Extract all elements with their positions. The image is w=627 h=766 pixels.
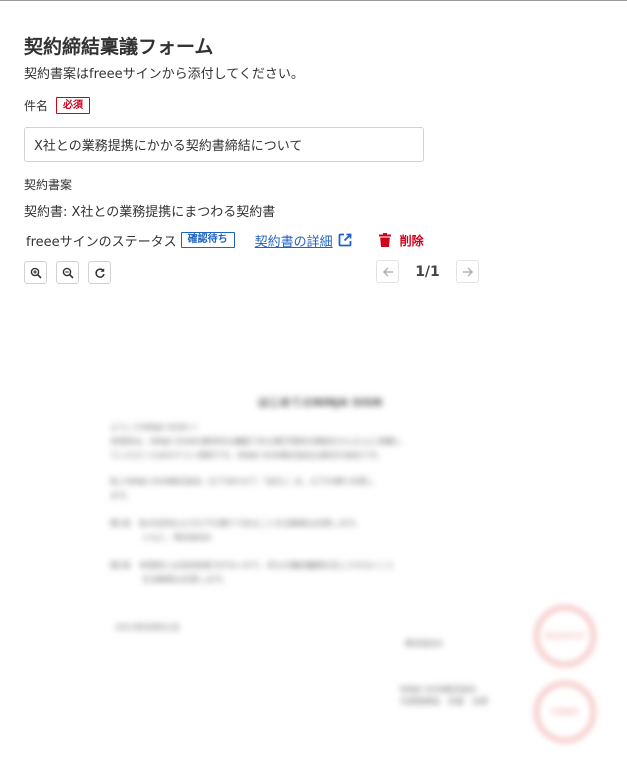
next-page-button[interactable] (456, 260, 479, 283)
document-line: 第1条 私の住所および以下の通りであることを当事者は合意します。 (110, 519, 363, 528)
document-page: はじめてのNINJA SIGN ようこそNINJA SIGNへ！ 本契約は、NI… (0, 290, 627, 766)
document-line: ともに、株式会社A (110, 533, 212, 542)
viewer-toolbar (24, 261, 111, 284)
arrow-left-icon (382, 266, 393, 277)
trash-icon (378, 233, 391, 247)
representative-seal-stamp: 代表者印 (535, 682, 595, 742)
page-title: 契約締結稟議フォーム (24, 36, 214, 58)
required-badge: 必須 (56, 97, 91, 114)
zoom-out-icon (62, 267, 74, 279)
external-link-icon (338, 233, 352, 247)
document-line: を当事者は合意します。 (110, 575, 230, 584)
document-line: ていただくためのテスト契約です。NINJA SIGN株式会社は架空の会社です。 (110, 451, 385, 460)
document-line: 第2条 本契約には法的拘束力がないので、何らの権利義務を生じさせないこと (110, 561, 395, 570)
status-row: freeeサインのステータス 確認待ち 契約書の詳細 削除 (24, 229, 424, 251)
contract-name: 契約書: X社との業務提携にまつわる契約書 (24, 205, 276, 220)
zoom-in-button[interactable] (24, 261, 47, 284)
subject-input[interactable] (24, 127, 424, 162)
document-party-a: 株式会社A (405, 639, 443, 648)
prev-page-button[interactable] (376, 260, 399, 283)
document-line: 私とNINJA SIGN株式会社（以下あわせて「当方」）は、以下の通り合意し (110, 477, 375, 486)
document-party-b: NINJA SIGN株式会社 (400, 685, 477, 694)
refresh-button[interactable] (88, 261, 111, 284)
top-divider (0, 0, 627, 1)
contract-detail-link-label: 契約書の詳細 (254, 234, 333, 250)
arrow-right-icon (462, 266, 473, 277)
document-line: ようこそNINJA SIGNへ！ (110, 423, 203, 432)
page-subtitle: 契約書案はfreeeサインから添付してください。 (24, 67, 304, 82)
document-representative: 代表取締役 忍者 太郎 (400, 697, 488, 706)
zoom-in-icon (30, 267, 42, 279)
zoom-out-button[interactable] (56, 261, 79, 284)
document-line: ます。 (110, 491, 134, 500)
subject-label-row: 件名 必須 (24, 97, 91, 114)
document-preview: はじめてのNINJA SIGN ようこそNINJA SIGNへ！ 本契約は、NI… (0, 290, 627, 766)
delete-label: 削除 (399, 233, 424, 248)
company-seal-stamp: 株式会社A印 (535, 606, 595, 666)
document-line: 本契約は、NINJA SIGNの基本的な機能である電子契約の締結をかんたんに体験… (110, 437, 403, 446)
subject-label: 件名 (24, 99, 49, 113)
refresh-icon (94, 267, 105, 278)
page-indicator: 1/1 (415, 263, 440, 280)
status-label: freeeサインのステータス (26, 234, 177, 250)
document-title: はじめてのNINJA SIGN (258, 396, 383, 409)
document-date: 2021年08月01日 (115, 623, 180, 632)
pager: 1/1 (376, 260, 479, 283)
contract-draft-label: 契約書案 (24, 178, 73, 192)
delete-button[interactable]: 削除 (378, 232, 424, 249)
status-badge: 確認待ち (180, 232, 235, 248)
contract-detail-link[interactable]: 契約書の詳細 (255, 231, 353, 250)
